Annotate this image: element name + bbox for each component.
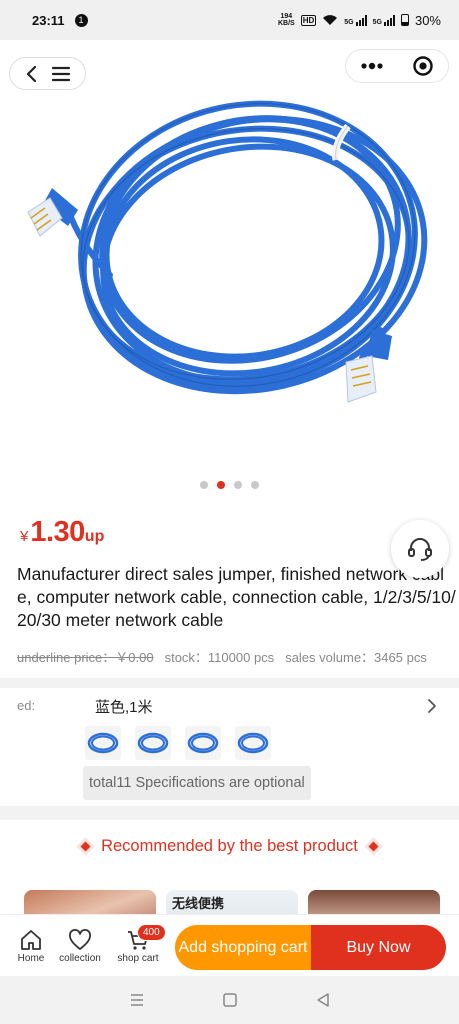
headset-icon (408, 538, 432, 561)
home-label: Home (17, 953, 45, 964)
home-icon (21, 930, 41, 950)
spec-thumbnails (85, 726, 271, 760)
recommended-header: Recommended by the best product (0, 837, 459, 856)
customer-service-button[interactable] (391, 520, 449, 578)
spec-selector[interactable]: ed: 蓝色,1米 total11 Specifications are opt… (0, 688, 459, 806)
cart-count-badge: 400 (137, 924, 166, 941)
close-miniprogram-icon[interactable] (412, 55, 434, 77)
home-square-icon[interactable] (222, 992, 238, 1008)
system-nav-bar (0, 976, 459, 1024)
signal-icon-2: 5G (372, 14, 395, 26)
signal-icon-1: 5G (344, 14, 367, 26)
spec-selected: 蓝色,1米 (95, 699, 153, 716)
sales-volume: sales volume：3465 pcs (285, 650, 427, 665)
cable-thumbnail-icon (137, 732, 169, 754)
product-meta: underline price：￥0.00 stock：110000 pcs s… (17, 647, 427, 666)
chevron-right-icon (428, 699, 436, 713)
menu-icon[interactable] (51, 66, 71, 82)
gallery-dot[interactable] (234, 481, 242, 489)
heart-icon (69, 929, 91, 950)
product-detail-page: 23:11 1 194 KB/S HD 5G 5G 30% ¥ 1.30 up … (0, 0, 459, 1024)
spec-thumbnail[interactable] (85, 726, 121, 760)
collection-label: collection (59, 953, 101, 964)
home-button[interactable]: Home (6, 929, 56, 964)
shop-cart-label: shop cart (117, 953, 159, 964)
diamond-icon (80, 841, 91, 852)
add-to-cart-button[interactable]: Add shopping cart (175, 925, 311, 970)
signal-label-1: 5G (344, 18, 354, 26)
spec-thumbnail[interactable] (185, 726, 221, 760)
net-speed: 194 KB/S (278, 13, 295, 27)
collection-button[interactable]: collection (55, 929, 105, 964)
product-title: Manufacturer direct sales jumper, finish… (17, 564, 456, 630)
net-speed-unit: KB/S (277, 20, 295, 27)
spec-label: ed: (17, 698, 36, 713)
status-bar: 23:11 1 194 KB/S HD 5G 5G 30% (0, 0, 459, 40)
bottom-action-bar: Home collection shop cart 400 Add shoppi… (0, 914, 459, 976)
spec-count-note: total11 Specifications are optional (83, 766, 311, 800)
price-suffix: up (84, 528, 105, 545)
gallery-dot[interactable] (251, 481, 259, 489)
battery-icon (400, 14, 409, 26)
recents-menu-icon[interactable] (129, 993, 145, 1007)
notification-count-icon: 1 (74, 13, 88, 27)
price: ¥ 1.30 up (20, 516, 104, 549)
stock: stock：110000 pcs (164, 650, 275, 665)
cable-thumbnail-icon (187, 732, 219, 754)
gallery-pagination (0, 481, 459, 489)
diamond-icon (368, 841, 379, 852)
cable-thumbnail-icon (237, 732, 269, 754)
cable-thumbnail-icon (87, 732, 119, 754)
back-icon[interactable] (24, 65, 40, 83)
miniprogram-capsule (345, 49, 449, 83)
battery-level: 30% (414, 12, 441, 28)
hd-icon: HD (300, 14, 317, 26)
recommended-card-text: 无线便携 (172, 896, 225, 911)
status-indicators: 194 KB/S HD 5G 5G 30% (278, 13, 441, 28)
product-image (27, 100, 428, 403)
buy-now-button[interactable]: Buy Now (311, 925, 446, 970)
signal-label-2: 5G (372, 18, 382, 26)
nav-capsule (9, 57, 86, 90)
net-speed-value: 194 (280, 13, 293, 20)
product-image-gallery[interactable] (0, 40, 459, 500)
gallery-dot[interactable] (200, 481, 208, 489)
price-value: 1.30 (30, 516, 85, 548)
wifi-icon (323, 15, 338, 25)
more-options-icon[interactable] (360, 62, 384, 70)
recommended-title: Recommended by the best product (101, 837, 358, 855)
status-time: 23:11 (32, 12, 65, 28)
back-triangle-icon[interactable] (315, 992, 331, 1008)
underline-price: underline price：￥0.00 (17, 650, 154, 665)
gallery-dot[interactable] (217, 481, 225, 489)
price-currency: ¥ (20, 528, 29, 545)
spec-thumbnail[interactable] (135, 726, 171, 760)
spec-thumbnail[interactable] (235, 726, 271, 760)
